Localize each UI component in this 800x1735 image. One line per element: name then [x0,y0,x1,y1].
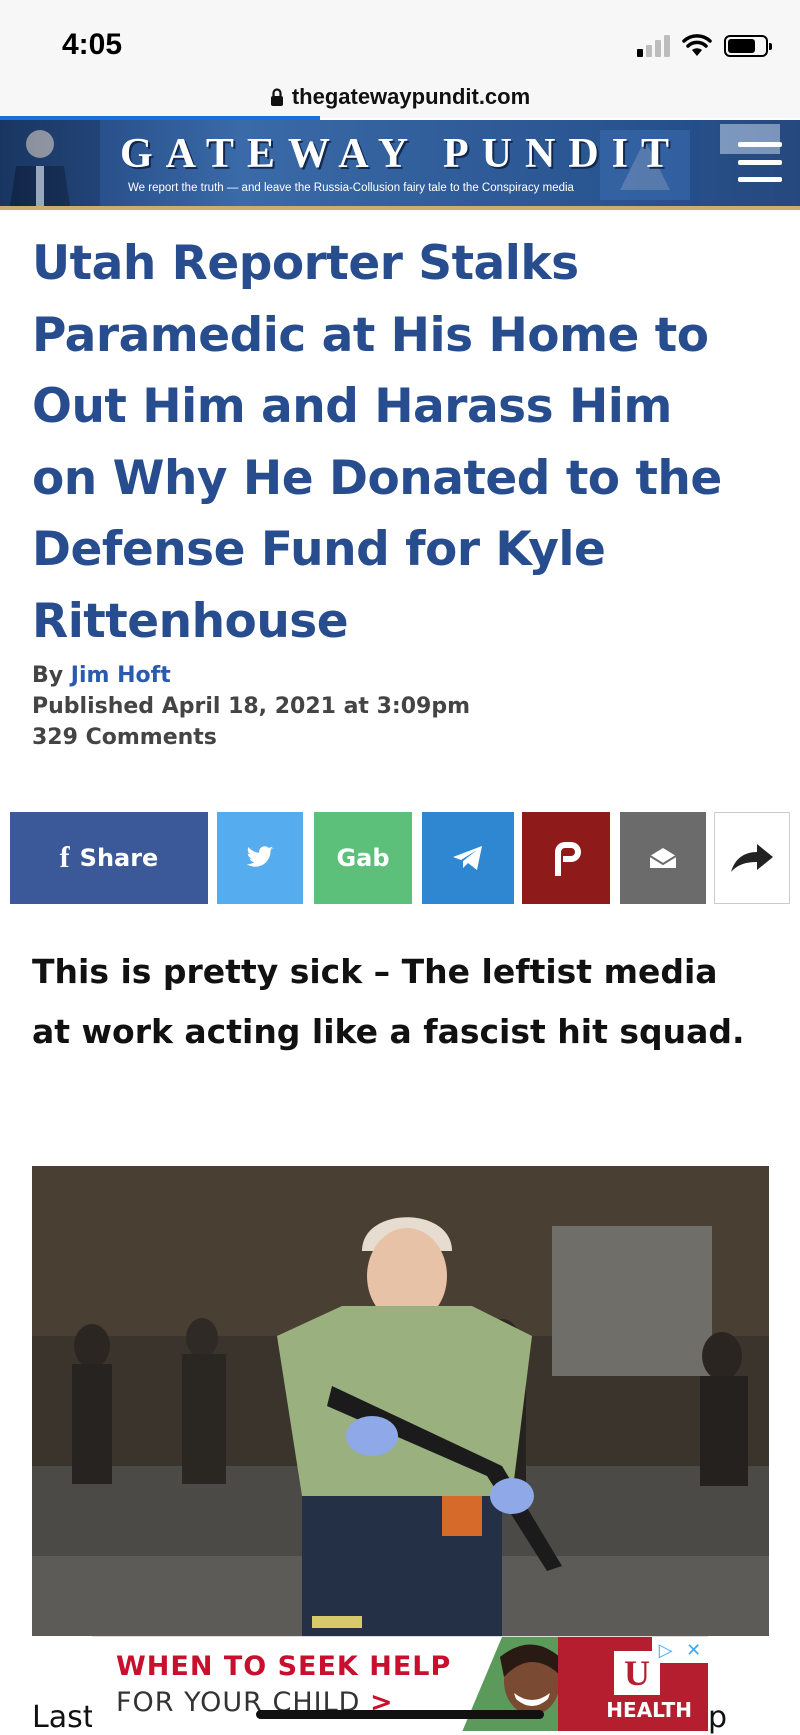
byline: By Jim Hoft [32,660,470,691]
comments-count[interactable]: 329 Comments [32,722,470,753]
battery-icon [724,35,772,57]
ad-brand-text: HEALTH [606,1698,692,1722]
parler-p-icon [555,842,581,876]
gab-share-button[interactable]: Gab [314,812,412,904]
status-time: 4:05 [62,28,123,61]
home-indicator[interactable] [256,1710,544,1719]
author-link[interactable]: Jim Hoft [71,663,171,688]
gab-label: Gab [336,844,390,872]
wifi-icon [682,34,712,56]
article-lede: This is pretty sick – The leftist media … [32,952,745,1051]
telegram-share-button[interactable] [422,812,514,904]
article-body-text-end: p [708,1700,728,1735]
site-tagline: We report the truth — and leave the Russ… [128,182,574,194]
email-share-button[interactable] [620,812,706,904]
cellular-signal-icon [637,35,670,57]
byline-label: By [32,663,64,688]
article-meta: By Jim Hoft Published April 18, 2021 at … [32,660,470,753]
facebook-share-label: Share [79,844,159,872]
hamburger-menu-icon[interactable] [738,142,782,182]
close-icon[interactable]: ✕ [686,1640,701,1661]
more-share-button[interactable] [714,812,790,904]
twitter-bird-icon [246,846,274,867]
ad-controls: ▷ ✕ [652,1637,708,1663]
site-header: GATEWAY PUNDIT We report the truth — and… [0,120,800,210]
adchoices-icon[interactable]: ▷ [659,1640,673,1661]
published-date: Published April 18, 2021 at 3:09pm [32,694,471,719]
article-body-text-start: Last [32,1700,95,1735]
address-bar[interactable]: thegatewaypundit.com [0,76,800,118]
status-icons [637,34,772,58]
telegram-plane-icon [453,846,482,870]
facebook-icon: f [59,841,70,874]
site-logo[interactable]: GATEWAY PUNDIT [120,130,682,178]
envelope-icon [649,848,677,868]
article-hero-image[interactable] [32,1166,769,1636]
share-arrow-icon [731,844,773,872]
article-headline: Utah Reporter Stalks Paramedic at His Ho… [32,236,722,649]
facebook-share-button[interactable]: f Share [10,812,208,904]
url-text: thegatewaypundit.com [291,84,531,109]
lock-icon [270,88,283,106]
status-bar: 4:05 [0,0,800,76]
ad-headline: WHEN TO SEEK HELP [116,1651,452,1682]
parler-share-button[interactable] [522,812,610,904]
twitter-share-button[interactable] [217,812,303,904]
